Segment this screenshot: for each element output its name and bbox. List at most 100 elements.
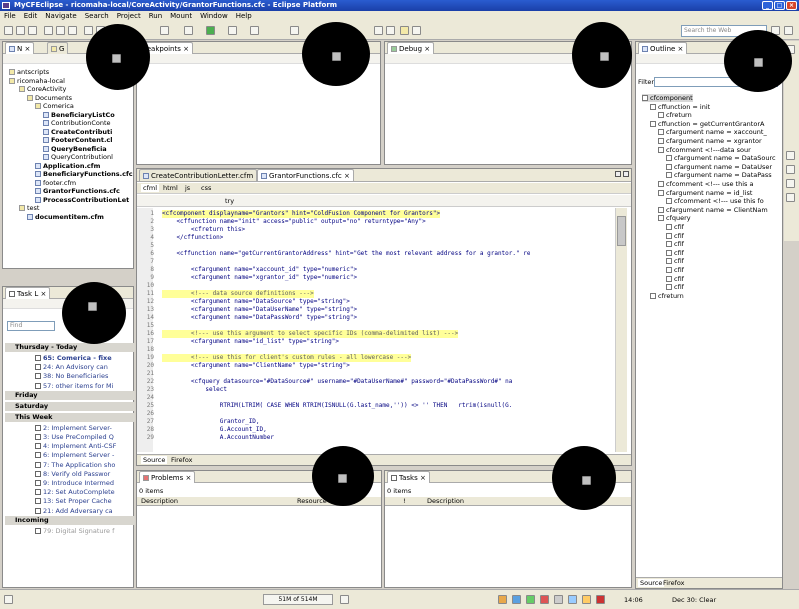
cut-icon[interactable] [44,26,53,35]
tab-problems[interactable]: Problems × [139,471,196,483]
prev-annotation-icon[interactable] [386,26,395,35]
outline-item[interactable]: cfif [666,257,684,265]
menu-project[interactable]: Project [117,11,141,22]
tab-navigator[interactable]: N × [5,42,35,54]
code-line[interactable]: <cffunction name="getCurrentGrantorAddre… [162,250,530,258]
menu-run[interactable]: Run [149,11,162,22]
task-find-input[interactable]: Find [7,321,55,331]
outline-item[interactable]: cfif [666,223,684,231]
editor-tab-createcontribution[interactable]: CreateContributionLetter.cfm [139,169,258,181]
navigator-tree-item[interactable]: CreateContributi [43,128,112,136]
back-icon[interactable] [400,26,409,35]
code-line[interactable]: select [162,386,227,394]
copy-icon[interactable] [56,26,65,35]
fast-view-icon[interactable] [4,595,13,604]
gc-icon[interactable] [340,595,349,604]
tasks-col-description[interactable]: Description [427,497,464,505]
task-item[interactable]: 12: Set AutoComplete [35,488,115,496]
paste-icon[interactable] [68,26,77,35]
tab-debug[interactable]: Debug × [387,42,435,54]
forward-icon[interactable] [412,26,421,35]
heap-status[interactable]: 51M of 514M [263,594,333,605]
editor-tab-grantorfunctions[interactable]: GrantorFunctions.cfc × [257,169,354,181]
editor-vertical-scrollbar[interactable] [615,208,627,452]
outline-item[interactable]: cfif [666,249,684,257]
task-item[interactable]: 21: Add Adversary ca [35,507,113,515]
navigator-tree-item[interactable]: Documents [27,94,72,102]
close-button[interactable]: × [786,1,797,10]
navigator-tree-item[interactable]: QueryBeneficia [43,145,107,153]
code-line[interactable]: RTRIM(LTRIM( CASE WHEN RTRIM(ISNULL(G.la… [162,402,513,410]
code-line[interactable]: <cfargument name="id_list" type="string"… [162,338,339,346]
task-group-header[interactable]: Thursday - Today [5,343,135,352]
navigator-tree-item[interactable]: test [19,204,39,212]
outline-item[interactable]: cffunction = getCurrentGrantorA [650,120,764,128]
mode-tab-css[interactable]: css [201,184,211,192]
tray-icon[interactable] [596,595,605,604]
task-item[interactable]: 6: Implement Server - [35,451,114,459]
code-line[interactable]: <cfcomponent displayname="Grantors" hint… [162,210,441,218]
navigator-tree-item[interactable]: CoreActivity [19,85,66,93]
outline-item[interactable]: cfif [666,275,684,283]
code-line[interactable]: <!--- use this for client's custom rules… [162,354,412,362]
code-line[interactable]: <cfargument name="xgrantor_id" type="num… [162,274,357,282]
minimize-view-icon[interactable] [615,171,621,177]
code-line[interactable]: <cffunction name="init" access="public" … [162,218,425,226]
save-icon[interactable] [16,26,25,35]
code-line[interactable]: </cffunction> [162,234,223,242]
outline-item[interactable]: cfargument name = xaccount_ [658,128,767,136]
code-line[interactable]: <cfargument name="xaccount_id" type="num… [162,266,357,274]
outline-item[interactable]: cfif [666,266,684,274]
outline-item[interactable]: cfargument name = id_list [658,189,752,197]
mode-tab-html[interactable]: html [163,184,178,192]
outline-item[interactable]: cfcomment <!--- use this a [658,180,753,188]
minimized-window-icon[interactable] [112,54,121,63]
tray-icon[interactable] [554,595,563,604]
task-item[interactable]: 65: Comerica - fixe [35,354,112,362]
tab-tasks[interactable]: Tasks × [387,471,430,483]
minimize-button[interactable]: _ [762,1,773,10]
task-item[interactable]: 4: Implement Anti-CSF [35,442,116,450]
outline-tab-firefox[interactable]: Firefox [663,579,685,587]
outline-item[interactable]: cfargument name = xgrantor [658,137,762,145]
code-line[interactable]: A.AccountNumber [162,434,274,442]
tray-icon[interactable] [512,595,521,604]
task-group-header[interactable]: Incoming [5,515,135,525]
code-line[interactable]: Grantor_ID, [162,418,260,426]
external-tools-icon[interactable] [228,26,237,35]
trim-view-icon[interactable] [786,165,795,174]
task-item[interactable]: 79: Digital Signature f [35,527,114,535]
tray-icon[interactable] [582,595,591,604]
task-item[interactable]: 8: Verify old Passwor [35,470,110,478]
task-item[interactable]: 24: An Advisory can [35,363,108,371]
navigator-tree-item[interactable]: documentitem.cfm [27,213,104,221]
new-icon[interactable] [4,26,13,35]
tab-g[interactable]: G [47,42,69,54]
task-item[interactable]: 38: No Beneficiaries [35,372,108,380]
menu-mount[interactable]: Mount [170,11,192,22]
task-group-header[interactable]: Saturday [5,401,135,411]
tasks-col-priority[interactable]: ! [403,497,406,505]
code-line[interactable]: <cfargument name="ClientName" type="stri… [162,362,350,370]
task-group-header[interactable]: This Week [5,412,135,422]
task-item[interactable]: 57: other items for Mi [35,382,113,390]
task-group-header[interactable]: Friday [5,390,135,400]
outline-item[interactable]: cfcomment <!---data sour [658,146,751,154]
editor-tab-firefox[interactable]: Firefox [171,456,193,464]
menu-navigate[interactable]: Navigate [45,11,76,22]
menu-window[interactable]: Window [200,11,228,22]
task-item[interactable]: 2: Implement Server- [35,424,112,432]
task-item[interactable]: 7: The Application sho [35,461,115,469]
outline-item[interactable]: cfif [666,232,684,240]
maximize-button[interactable]: □ [774,1,785,10]
menu-search[interactable]: Search [85,11,109,22]
navigator-tree-item[interactable]: QueryContributionl [43,153,113,161]
tab-tasklist[interactable]: Task L × [5,287,51,299]
problems-col-description[interactable]: Description [141,497,178,505]
outline-item[interactable]: cffunction = init [650,103,710,111]
editor-tab-source[interactable]: Source [141,456,168,464]
minimized-window-icon[interactable] [332,52,341,61]
trim-view-icon[interactable] [786,193,795,202]
tray-icon[interactable] [498,595,507,604]
outline-item[interactable]: cfargument name = ClientNam [658,206,768,214]
